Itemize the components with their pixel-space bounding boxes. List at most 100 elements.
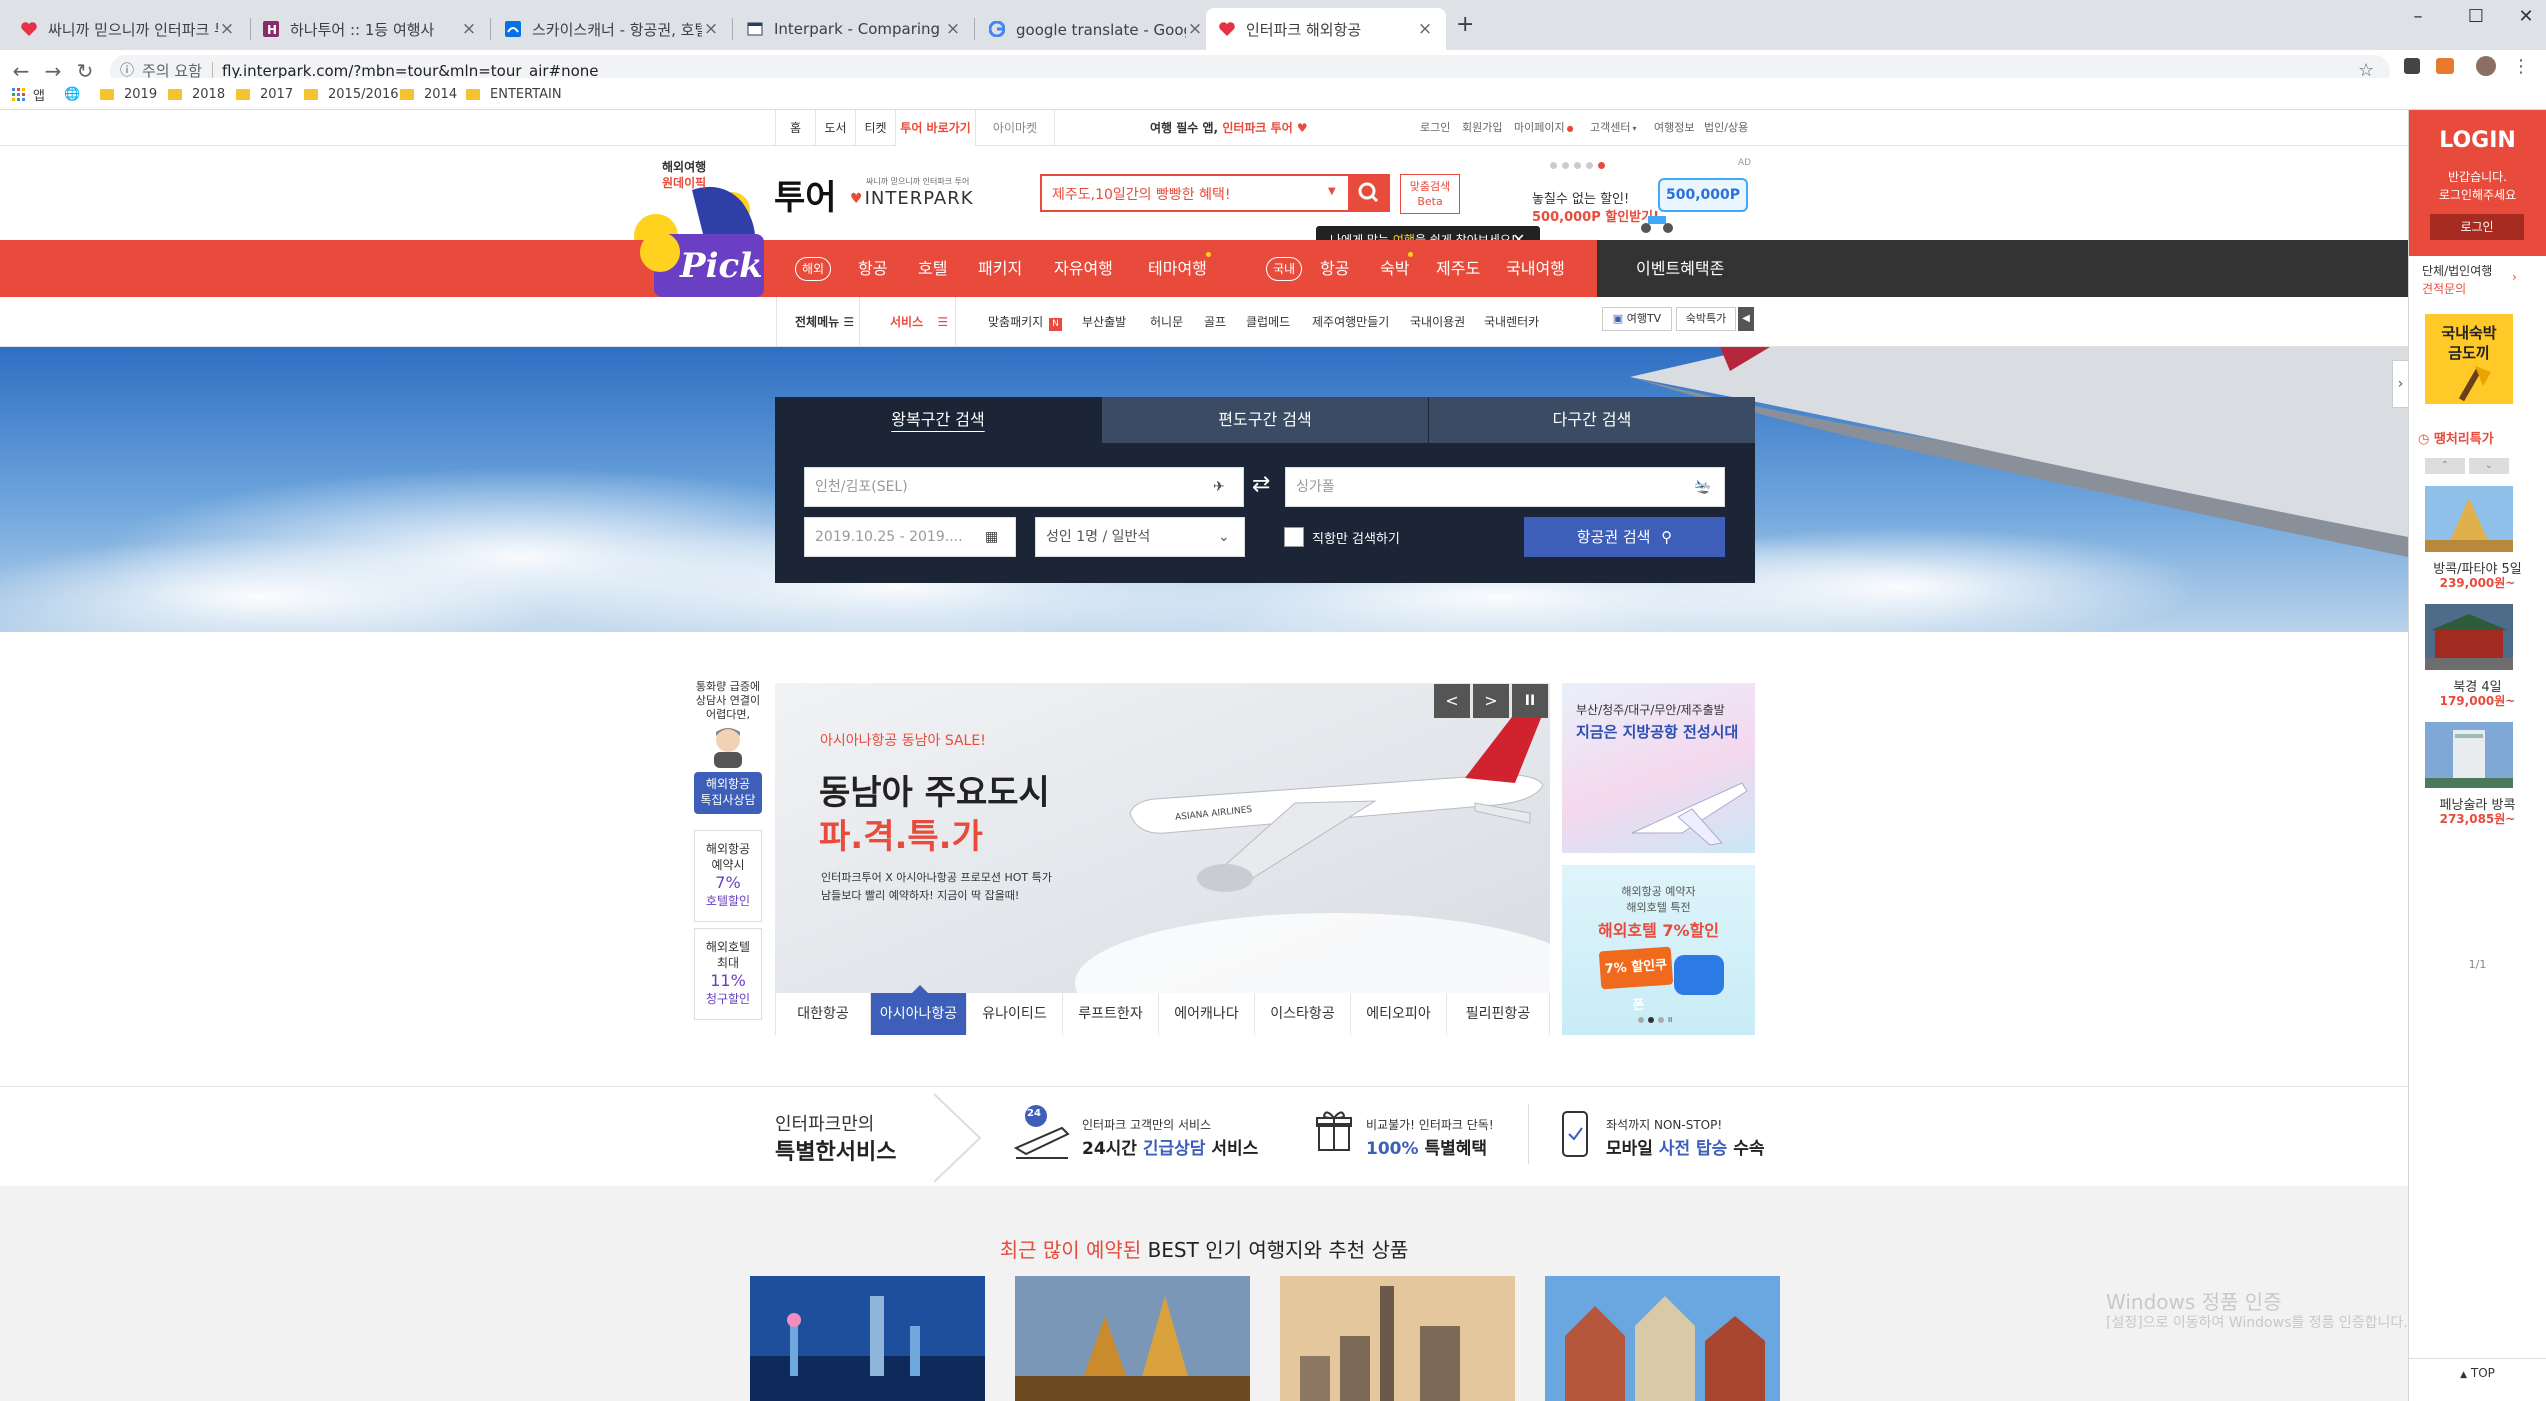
subnav-domestic-voucher[interactable]: 국내이용권 <box>1410 297 1465 347</box>
flight-search-button[interactable]: 항공권 검색 ⚲ <box>1524 517 1725 557</box>
close-icon[interactable]: × <box>1416 19 1434 39</box>
subnav-honeymoon[interactable]: 허니문 <box>1150 297 1183 347</box>
service-menu-button[interactable]: 서비스 ☰ <box>876 297 956 347</box>
extension-icon[interactable] <box>2436 58 2454 74</box>
destination-card-shanghai[interactable] <box>750 1276 985 1401</box>
airline-tab[interactable]: 필리핀항공 <box>1447 993 1550 1035</box>
tab-interpark-doc[interactable]: Interpark - Comparing the figu × <box>734 8 974 50</box>
tab-round-trip[interactable]: 왕복구간 검색 <box>775 397 1101 443</box>
help-link[interactable]: 고객센터 ▾ <box>1590 110 1637 146</box>
airline-tab[interactable]: 에티오피아 <box>1351 993 1447 1035</box>
bookmark-folder[interactable]: 2018 <box>168 84 225 104</box>
subnav-busan[interactable]: 부산출발 <box>1082 297 1126 347</box>
all-menu-button[interactable]: 전체메뉴 ☰ <box>776 297 860 347</box>
service-1-title[interactable]: 24시간 긴급상담 서비스 <box>1082 1134 1258 1159</box>
hotel-discount-banner[interactable]: 해외항공 예약자 해외호텔 특전 해외호텔 7%할인 7% 할인쿠폰 II <box>1562 865 1755 1035</box>
ad-pager[interactable] <box>1550 162 1605 169</box>
chevron-left-icon[interactable]: ◀ <box>1738 307 1754 331</box>
tab-google[interactable]: google translate - Google 검색 × <box>976 8 1216 50</box>
sidebar-login-button[interactable]: 로그인 <box>2430 214 2524 240</box>
top-button[interactable]: ▲ TOP <box>2409 1366 2546 1380</box>
carousel-next-button[interactable]: > <box>1473 684 1509 718</box>
tab-one-way[interactable]: 편도구간 검색 <box>1102 397 1428 443</box>
airline-tab[interactable]: 이스타항공 <box>1255 993 1351 1035</box>
date-field[interactable]: 2019.10.25 - 2019.... ▦ <box>804 517 1016 557</box>
bookmark-folder[interactable]: 2014 <box>400 84 457 104</box>
corporate-link[interactable]: 법인/상용 <box>1704 110 1748 146</box>
close-window-icon[interactable]: ✕ <box>2506 6 2546 30</box>
util-tab-imarket[interactable]: 아이마켓 <box>975 110 1055 146</box>
deal-image[interactable] <box>2425 604 2513 670</box>
apps-bookmark[interactable]: 앱 <box>12 84 45 104</box>
direct-only-checkbox[interactable] <box>1284 527 1304 547</box>
tab-interpark-tour[interactable]: 싸니까 믿으니까 인터파크 투어 × <box>8 8 248 50</box>
golden-axe-banner[interactable]: 국내숙박 금도끼 <box>2425 314 2513 404</box>
nav-jeju[interactable]: 제주도 <box>1436 240 1480 297</box>
travel-info-link[interactable]: 여행정보 <box>1654 110 1694 146</box>
main-carousel[interactable]: 아시아나항공 동남아 SALE! 동남아 주요도시 파.격.특.가 인터파크투어… <box>775 683 1550 993</box>
chevron-down-icon[interactable]: ▼ <box>1328 186 1336 197</box>
bookmark-folder[interactable]: 2017 <box>236 84 293 104</box>
deal-down-button[interactable]: ⌄ <box>2469 458 2509 474</box>
bookmark-folder[interactable]: 2015/2016 <box>304 84 399 104</box>
subnav-clubmed[interactable]: 클럽메드 <box>1246 297 1290 347</box>
bookmark-folder[interactable]: 2019 <box>100 84 157 104</box>
card-discount-box[interactable]: 해외호텔 최대 11% 청구할인 <box>694 928 762 1020</box>
menu-icon[interactable]: ⋮ <box>2512 56 2530 77</box>
destination-card-frankfurt[interactable] <box>1545 1276 1780 1401</box>
carousel-prev-button[interactable]: < <box>1434 684 1470 718</box>
regional-airport-banner[interactable]: 부산/청주/대구/무안/제주출발 지금은 지방공항 전성시대 <box>1562 683 1755 853</box>
nav-overseas-flight[interactable]: 항공 <box>858 240 887 297</box>
ad-banner[interactable]: 놓칠수 없는 할인! 500,000P 할인받기! 500,000P AD <box>1530 158 1756 238</box>
tab-multi-city[interactable]: 다구간 검색 <box>1429 397 1755 443</box>
origin-field[interactable]: 인천/김포(SEL) ✈ <box>804 467 1244 507</box>
nav-theme-travel[interactable]: 테마여행 <box>1148 240 1207 297</box>
maximize-icon[interactable]: ☐ <box>2456 6 2496 30</box>
close-icon[interactable]: × <box>944 19 962 39</box>
close-icon[interactable]: × <box>460 19 478 39</box>
util-tab-ticket[interactable]: 티켓 <box>855 110 895 146</box>
interpark-logo[interactable]: ♥ INTERPARK <box>850 188 974 209</box>
calendar-icon[interactable]: ▦ <box>985 518 998 556</box>
banner-pager[interactable]: II <box>1638 1017 1672 1024</box>
nav-domestic-flight[interactable]: 항공 <box>1320 240 1349 297</box>
tab-interpark-flights[interactable]: 인터파크 해외항공 × <box>1206 8 1446 50</box>
chevron-right-icon[interactable]: › <box>2512 270 2517 284</box>
tab-hanatour[interactable]: H 하나투어 :: 1등 여행사 × <box>250 8 490 50</box>
deal-image[interactable] <box>2425 486 2513 552</box>
airline-tab-active[interactable]: 아시아나항공 <box>871 993 967 1035</box>
mypage-link[interactable]: 마이페이지 ● <box>1514 110 1574 146</box>
nav-event-zone[interactable]: 이벤트혜택존 <box>1636 240 1724 297</box>
passenger-select[interactable]: 성인 1명 / 일반석 ⌄ <box>1035 517 1245 557</box>
nav-free-travel[interactable]: 자유여행 <box>1054 240 1113 297</box>
search-button[interactable] <box>1348 174 1390 212</box>
group-travel-link[interactable]: 단체/법인여행 <box>2422 262 2492 279</box>
search-input[interactable]: 제주도,10일간의 빵빵한 혜택! ▼ <box>1040 174 1390 212</box>
carousel-pause-button[interactable]: II <box>1512 684 1548 718</box>
close-icon[interactable]: × <box>702 19 720 39</box>
subnav-jeju-planner[interactable]: 제주여행만들기 <box>1312 297 1389 347</box>
app-promo[interactable]: 여행 필수 앱, 인터파크 투어 ♥ <box>1150 110 1308 146</box>
new-tab-button[interactable]: + <box>1456 12 1474 37</box>
destination-card-bangkok[interactable] <box>1015 1276 1250 1401</box>
util-tab-books[interactable]: 도서 <box>815 110 855 146</box>
deal-up-button[interactable]: ⌃ <box>2425 458 2465 474</box>
avatar[interactable] <box>2476 56 2496 76</box>
login-link[interactable]: 로그인 <box>1420 110 1450 146</box>
signup-link[interactable]: 회원가입 <box>1462 110 1502 146</box>
travel-tv-button[interactable]: ▣ 여행TV <box>1602 307 1672 331</box>
airline-tab[interactable]: 대한항공 <box>775 993 871 1035</box>
subnav-rental-car[interactable]: 국내렌터카 <box>1484 297 1539 347</box>
subnav-custom-package[interactable]: 맞춤패키지 N <box>988 297 1063 347</box>
hotel-discount-box[interactable]: 해외항공 예약시 7% 호텔할인 <box>694 830 762 922</box>
util-tab-tour[interactable]: 투어 바로가기 <box>895 110 975 146</box>
swap-icon[interactable]: ⇄ <box>1252 472 1270 497</box>
tab-skyscanner[interactable]: 스카이스캐너 - 항공권, 호텔, 렌트 × <box>492 8 732 50</box>
destination-card-newyork[interactable] <box>1280 1276 1515 1401</box>
counsel-button[interactable]: 해외항공 톡집사상담 <box>694 772 762 814</box>
bookmark-folder[interactable]: ENTERTAIN <box>466 84 562 104</box>
lodging-special-button[interactable]: 숙박특가 <box>1676 307 1736 331</box>
nav-overseas-hotel[interactable]: 호텔 <box>918 240 947 297</box>
service-2-title[interactable]: 100% 특별혜택 <box>1366 1134 1487 1159</box>
deal-image[interactable] <box>2425 722 2513 788</box>
